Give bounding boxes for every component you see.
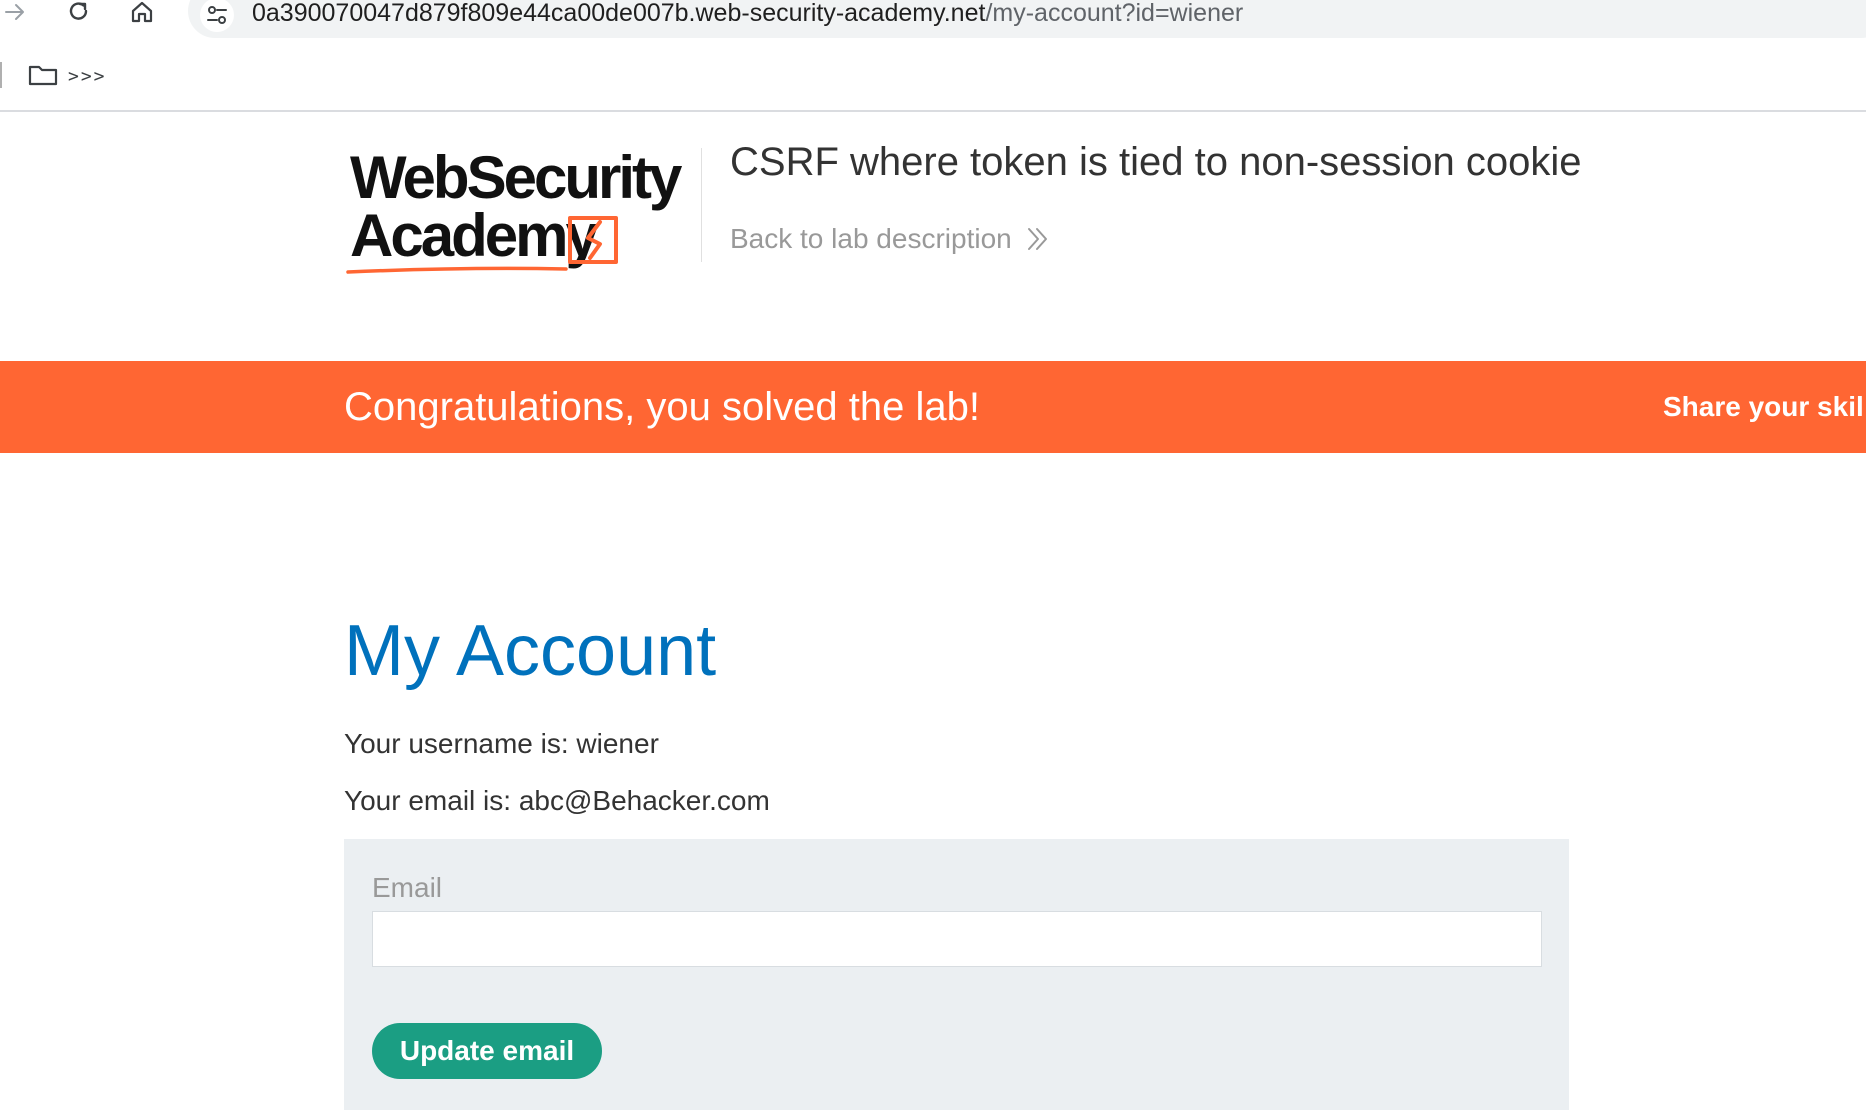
bookmark-folder[interactable]: >>>	[28, 62, 107, 87]
share-skills-link[interactable]: Share your skil	[1663, 390, 1864, 424]
folder-icon	[28, 65, 58, 85]
email-label: Email	[372, 872, 443, 903]
academy-logo-mark-icon	[346, 216, 618, 274]
update-email-button[interactable]: Update email	[372, 1023, 602, 1079]
email-input[interactable]	[372, 911, 1542, 967]
back-to-lab-link[interactable]: Back to lab description	[730, 222, 1050, 256]
reload-button[interactable]	[66, 0, 92, 24]
browser-toolbar: 0a390070047d879f809e44ca00de007b.web-sec…	[0, 0, 1866, 40]
lab-solved-banner: Congratulations, you solved the lab! Sha…	[0, 361, 1866, 453]
change-email-form: Email Update email	[344, 839, 1569, 1110]
username-text: Your username is: wiener	[344, 728, 659, 759]
tune-icon	[207, 6, 227, 24]
header-divider	[701, 148, 702, 262]
arrow-right-icon	[5, 4, 24, 20]
home-button[interactable]	[128, 0, 156, 24]
academy-logo[interactable]: WebSecurity Academy	[344, 148, 696, 276]
double-chevron-right-icon	[1027, 228, 1047, 250]
email-text: Your email is: abc@Behacker.com	[344, 785, 770, 816]
url-host: 0a390070047d879f809e44ca00de007b.web-sec…	[252, 0, 986, 27]
url-text[interactable]: 0a390070047d879f809e44ca00de007b.web-sec…	[252, 0, 1243, 28]
solved-message: Congratulations, you solved the lab!	[344, 385, 980, 429]
lab-title: CSRF where token is tied to non-session …	[730, 140, 1582, 184]
bookmarks-bar: >>>	[0, 40, 1866, 112]
home-icon	[131, 1, 153, 23]
bookmark-folder-label: >>>	[68, 66, 107, 87]
back-link-label: Back to lab description	[730, 223, 1012, 254]
reload-icon	[69, 2, 88, 20]
bookmarks-bar-edge	[0, 62, 2, 88]
site-info-button[interactable]	[200, 0, 234, 32]
url-path: /my-account?id=wiener	[985, 0, 1244, 27]
page-title: My Account	[344, 611, 717, 691]
forward-button[interactable]	[2, 0, 28, 24]
address-bar[interactable]: 0a390070047d879f809e44ca00de007b.web-sec…	[188, 0, 1866, 38]
